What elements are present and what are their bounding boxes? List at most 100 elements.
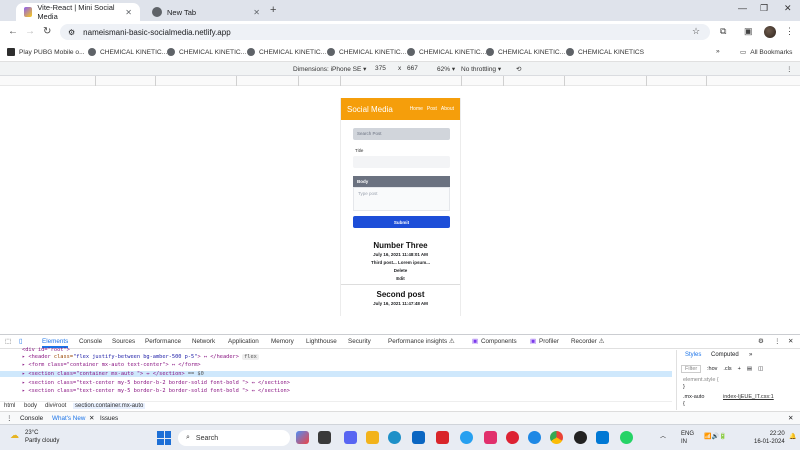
all-bookmarks-button[interactable]: ▭ All Bookmarks xyxy=(740,48,792,57)
device-width[interactable]: 375 xyxy=(375,65,386,72)
language-indicator[interactable]: ENG IN xyxy=(681,430,694,446)
reload-icon[interactable]: ↻ xyxy=(43,26,51,37)
close-tab-icon[interactable]: ✕ xyxy=(253,8,260,17)
crumb-body[interactable]: body xyxy=(24,403,37,409)
close-tab-icon[interactable]: ✕ xyxy=(125,8,132,17)
add-rule-icon[interactable]: + xyxy=(738,366,741,372)
whatsapp-icon[interactable] xyxy=(620,431,633,444)
bookmark-item[interactable]: CHEMICAL KINETIC... xyxy=(486,48,565,56)
drawer-menu-icon[interactable]: ⋮ xyxy=(6,415,12,422)
more-bookmarks-button[interactable]: » xyxy=(716,48,720,55)
dom-node-section[interactable]: ▸ <section class="text-center my-5 borde… xyxy=(22,388,290,394)
widgets-icon[interactable] xyxy=(296,431,309,444)
extensions-icon[interactable]: ⧉ xyxy=(720,26,726,37)
zoom-select[interactable]: 62% ▾ xyxy=(437,65,455,73)
body-textarea[interactable]: Type post xyxy=(353,187,450,211)
cls-button[interactable]: .cls xyxy=(723,366,731,372)
submit-button[interactable]: Submit xyxy=(353,216,450,228)
crumb-root[interactable]: div#root xyxy=(45,403,66,409)
address-bar[interactable]: ⚙ nameismani-basic-socialmedia.netlify.a… xyxy=(60,24,710,40)
nav-home-link[interactable]: Home xyxy=(410,106,423,112)
tab-computed[interactable]: Computed xyxy=(711,352,739,358)
crumb-html[interactable]: html xyxy=(4,403,15,409)
start-button[interactable] xyxy=(157,431,171,445)
new-tab-button[interactable]: + xyxy=(270,4,276,16)
dom-node[interactable]: <div id="root"> xyxy=(22,347,70,353)
hov-button[interactable]: :hov xyxy=(707,366,717,372)
device-height[interactable]: 667 xyxy=(407,65,418,72)
throttling-select[interactable]: No throttling ▾ xyxy=(461,65,501,73)
sidebar-toggle-icon[interactable]: ◫ xyxy=(758,366,763,372)
teams-icon[interactable] xyxy=(344,431,357,444)
rotate-icon[interactable]: ⟲ xyxy=(516,65,521,73)
file-explorer-icon[interactable] xyxy=(366,431,379,444)
chrome-icon[interactable] xyxy=(550,431,563,444)
search-input[interactable]: Search Post xyxy=(353,128,450,140)
bookmark-item[interactable]: CHEMICAL KINETIC... xyxy=(327,48,406,56)
app-icon[interactable] xyxy=(506,431,519,444)
mx-auto-rule[interactable]: .mx-auto xyxy=(683,394,704,400)
drawer-tab-whats-new[interactable]: What's New xyxy=(52,415,85,422)
dom-node-section[interactable]: ▸ <section class="text-center my-5 borde… xyxy=(22,380,290,386)
side-panel-icon[interactable]: ▣ xyxy=(744,26,753,37)
drawer-tab-issues[interactable]: Issues xyxy=(100,415,118,422)
tab-memory[interactable]: Memory xyxy=(271,338,294,345)
bookmark-item[interactable]: CHEMICAL KINETIC... xyxy=(88,48,167,56)
settings-gear-icon[interactable]: ⚙ xyxy=(758,338,764,345)
profile-avatar[interactable] xyxy=(764,26,776,38)
device-select[interactable]: Dimensions: iPhone SE ▾ xyxy=(293,65,366,73)
title-input[interactable] xyxy=(353,156,450,168)
bookmark-item[interactable]: CHEMICAL KINETIC... xyxy=(167,48,246,56)
app-icon[interactable] xyxy=(574,431,587,444)
skype-icon[interactable] xyxy=(528,431,541,444)
chevron-up-icon[interactable]: ︿ xyxy=(660,433,666,441)
edit-button[interactable]: Edit xyxy=(341,276,460,281)
back-arrow-icon[interactable]: ← xyxy=(8,26,18,37)
taskbar-search[interactable]: ⌕ Search xyxy=(178,430,290,446)
menu-kebab-icon[interactable]: ⋮ xyxy=(785,26,794,37)
vscode-icon[interactable] xyxy=(596,431,609,444)
dom-node-header[interactable]: ▸ <header class="flex justify-between bg… xyxy=(22,354,259,360)
forward-arrow-icon[interactable]: → xyxy=(25,26,35,37)
tab-recorder[interactable]: Recorder ⚠ xyxy=(571,338,604,345)
close-drawer-icon[interactable]: ✕ xyxy=(788,415,793,422)
bookmark-item[interactable]: CHEMICAL KINETICS xyxy=(566,48,644,56)
css-source-link[interactable]: index-IjEUE_IT.css:1 xyxy=(723,394,774,400)
notifications-icon[interactable]: 🔔 xyxy=(789,433,796,441)
tab-new-tab[interactable]: New Tab ✕ xyxy=(144,3,268,21)
crumb-section[interactable]: section.container.mx-auto xyxy=(73,403,146,409)
element-style-rule[interactable]: element.style { xyxy=(683,377,719,383)
app-icon[interactable] xyxy=(436,431,449,444)
tab-styles[interactable]: Styles xyxy=(685,352,701,358)
dom-node-selected[interactable]: ▸ <section class="container mx-auto "> ↔… xyxy=(0,371,672,377)
tab-application[interactable]: Application xyxy=(228,338,259,345)
close-drawer-tab-icon[interactable]: ✕ xyxy=(89,415,94,422)
app-icon[interactable] xyxy=(484,431,497,444)
nav-post-link[interactable]: Post xyxy=(427,106,437,112)
site-settings-icon[interactable]: ⚙ xyxy=(68,28,75,37)
device-toolbar-menu-icon[interactable]: ⋮ xyxy=(786,65,793,73)
computed-toggle-icon[interactable]: ▤ xyxy=(747,366,752,372)
app-icon[interactable] xyxy=(460,431,473,444)
edge-icon[interactable] xyxy=(388,431,401,444)
tab-components[interactable]: Components xyxy=(481,338,517,345)
weather-widget[interactable]: ☁ 23°C Partly cloudy xyxy=(10,429,59,445)
tab-performance-insights[interactable]: Performance insights ⚠ xyxy=(388,338,455,345)
device-toggle-icon[interactable]: ▯ xyxy=(19,338,22,345)
tab-sources[interactable]: Sources xyxy=(112,338,135,345)
filter-input[interactable]: Filter xyxy=(681,365,701,373)
tab-lighthouse[interactable]: Lighthouse xyxy=(306,338,337,345)
tab-security[interactable]: Security xyxy=(348,338,371,345)
dom-node-form[interactable]: ▸ <form class="container mx-auto text-ce… xyxy=(22,362,201,368)
task-view-icon[interactable] xyxy=(318,431,331,444)
minimize-button[interactable]: — xyxy=(738,3,747,13)
store-icon[interactable] xyxy=(412,431,425,444)
inspect-icon[interactable]: ⬚ xyxy=(5,338,11,345)
tab-active[interactable]: Vite-React | Mini Social Media ✕ xyxy=(16,3,140,21)
delete-button[interactable]: Delete xyxy=(341,268,460,273)
bookmark-star-icon[interactable]: ☆ xyxy=(692,26,700,37)
tab-profiler[interactable]: Profiler xyxy=(539,338,559,345)
bookmark-item[interactable]: CHEMICAL KINETIC... xyxy=(247,48,326,56)
nav-about-link[interactable]: About xyxy=(441,106,454,112)
clock[interactable]: 22:20 16-01-2024 xyxy=(754,430,785,446)
